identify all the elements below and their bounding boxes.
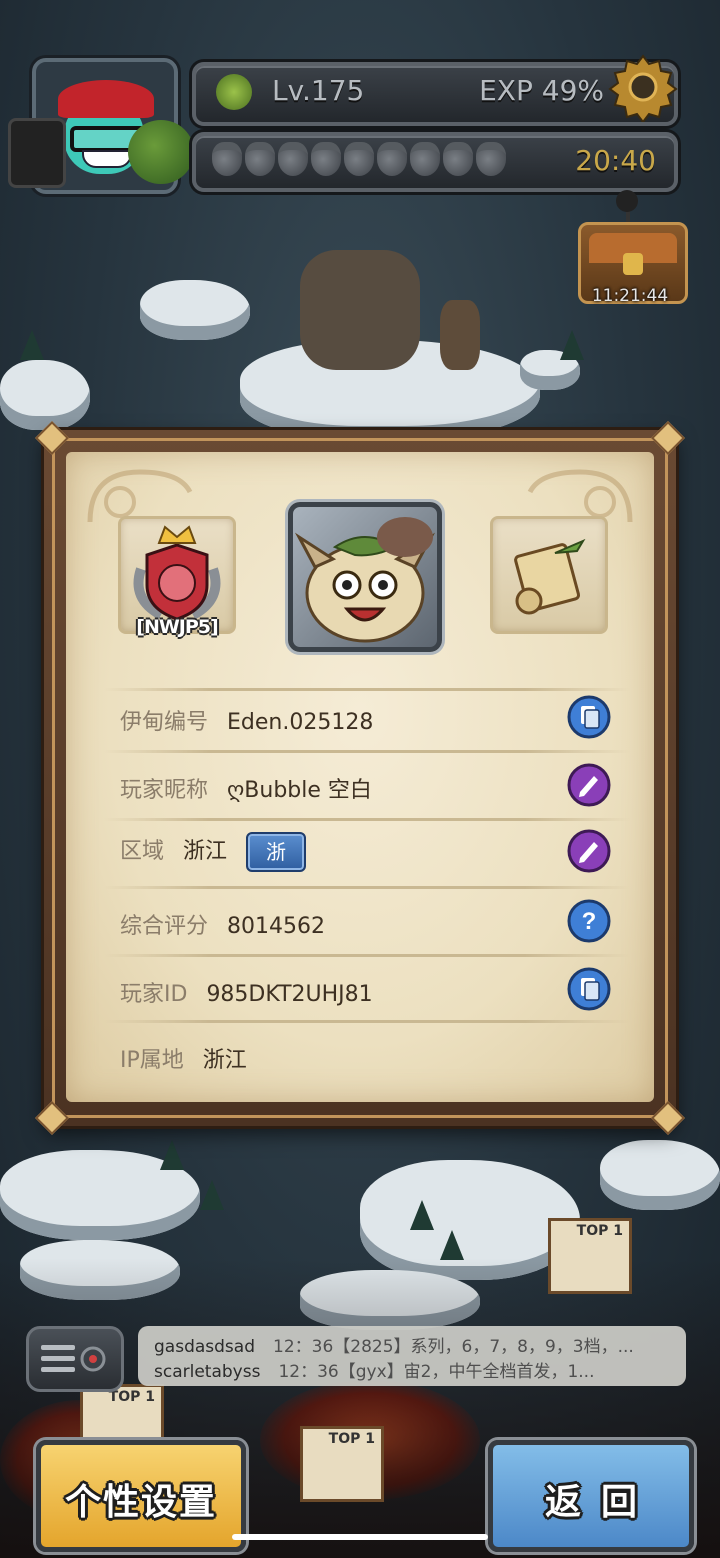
back-button[interactable]: 返回 <box>488 1440 694 1552</box>
copy-icon[interactable] <box>566 694 612 740</box>
help-icon[interactable]: ? <box>566 898 612 944</box>
edit-icon[interactable] <box>566 828 612 874</box>
row-label: 区域 <box>120 839 165 864</box>
acorn-icon <box>212 142 242 176</box>
acorn-icon <box>443 142 473 176</box>
row-label: 伊甸编号 <box>120 710 209 735</box>
acorn-icon <box>377 142 407 176</box>
svg-text:?: ? <box>582 908 597 935</box>
nickname-value: ღBubble 空白 <box>227 778 372 803</box>
acorn-icon <box>410 142 440 176</box>
ip-location-value: 浙江 <box>202 1048 247 1073</box>
map-rank-marker[interactable]: TOP 1 <box>548 1218 632 1294</box>
level-bar: Lv.175 EXP 49% <box>192 62 678 126</box>
row-player-id: 玩家ID 985DKT2UHJ81 <box>118 966 614 1018</box>
energy-bar: 20:40 <box>192 132 678 192</box>
region-value: 浙江 <box>183 839 228 864</box>
acorn-icon <box>476 142 506 176</box>
row-region: 区域 浙江 浙 <box>118 828 614 880</box>
row-nickname: 玩家昵称 ღBubble 空白 <box>118 762 614 814</box>
player-id-value: 985DKT2UHJ81 <box>206 982 373 1007</box>
exp-percent: EXP 49% <box>479 74 604 107</box>
radio-icon <box>41 1345 106 1372</box>
tree-decoration <box>128 120 194 184</box>
chat-menu-button[interactable] <box>26 1326 124 1392</box>
achievement-scroll-slot[interactable] <box>490 516 608 634</box>
player-level: Lv.175 <box>272 74 365 107</box>
acorn-icon <box>245 142 275 176</box>
row-label: 玩家昵称 <box>120 778 209 803</box>
eden-id-value: Eden.025128 <box>227 710 374 735</box>
chat-message: scarletabyss 12：36【gyx】宙2，中午全档首发，1... <box>154 1362 595 1382</box>
chat-message: gasdasdsad 12：36【2825】系列，6，7，8，9，3档，... <box>154 1337 634 1357</box>
row-eden-id: 伊甸编号 Eden.025128 <box>118 694 614 746</box>
guild-tag: [NWJP5] <box>136 616 218 638</box>
edit-icon[interactable] <box>566 762 612 808</box>
scroll-icon <box>514 538 586 615</box>
clock-time: 20:40 <box>575 144 656 177</box>
copy-icon[interactable] <box>566 966 612 1012</box>
score-value: 8014562 <box>227 914 325 939</box>
guild-crest-icon <box>133 525 221 621</box>
customize-settings-button[interactable]: 个性设置 <box>36 1440 246 1552</box>
character-portrait[interactable] <box>288 502 442 652</box>
home-indicator[interactable] <box>232 1534 488 1540</box>
region-tag: 浙 <box>246 832 307 872</box>
chest-icon <box>623 253 643 275</box>
clover-icon <box>216 74 252 110</box>
chat-preview[interactable]: gasdasdsad 12：36【2825】系列，6，7，8，9，3档，... s… <box>138 1326 686 1386</box>
row-label: IP属地 <box>120 1048 184 1073</box>
acorn-icon <box>311 142 341 176</box>
chest-timer: 11:21:44 <box>591 286 669 306</box>
settings-gear-icon[interactable] <box>608 52 678 122</box>
row-ip-location: IP属地 浙江 <box>118 1032 614 1084</box>
row-score: 综合评分 8014562 ? <box>118 898 614 950</box>
acorn-icon <box>278 142 308 176</box>
row-label: 玩家ID <box>120 982 188 1007</box>
monster-avatar-icon <box>294 517 436 643</box>
camera-icon <box>8 118 66 188</box>
acorn-row <box>212 142 506 176</box>
map-rank-marker[interactable]: TOP 1 <box>300 1426 384 1502</box>
row-label: 综合评分 <box>120 914 209 939</box>
acorn-icon <box>344 142 374 176</box>
